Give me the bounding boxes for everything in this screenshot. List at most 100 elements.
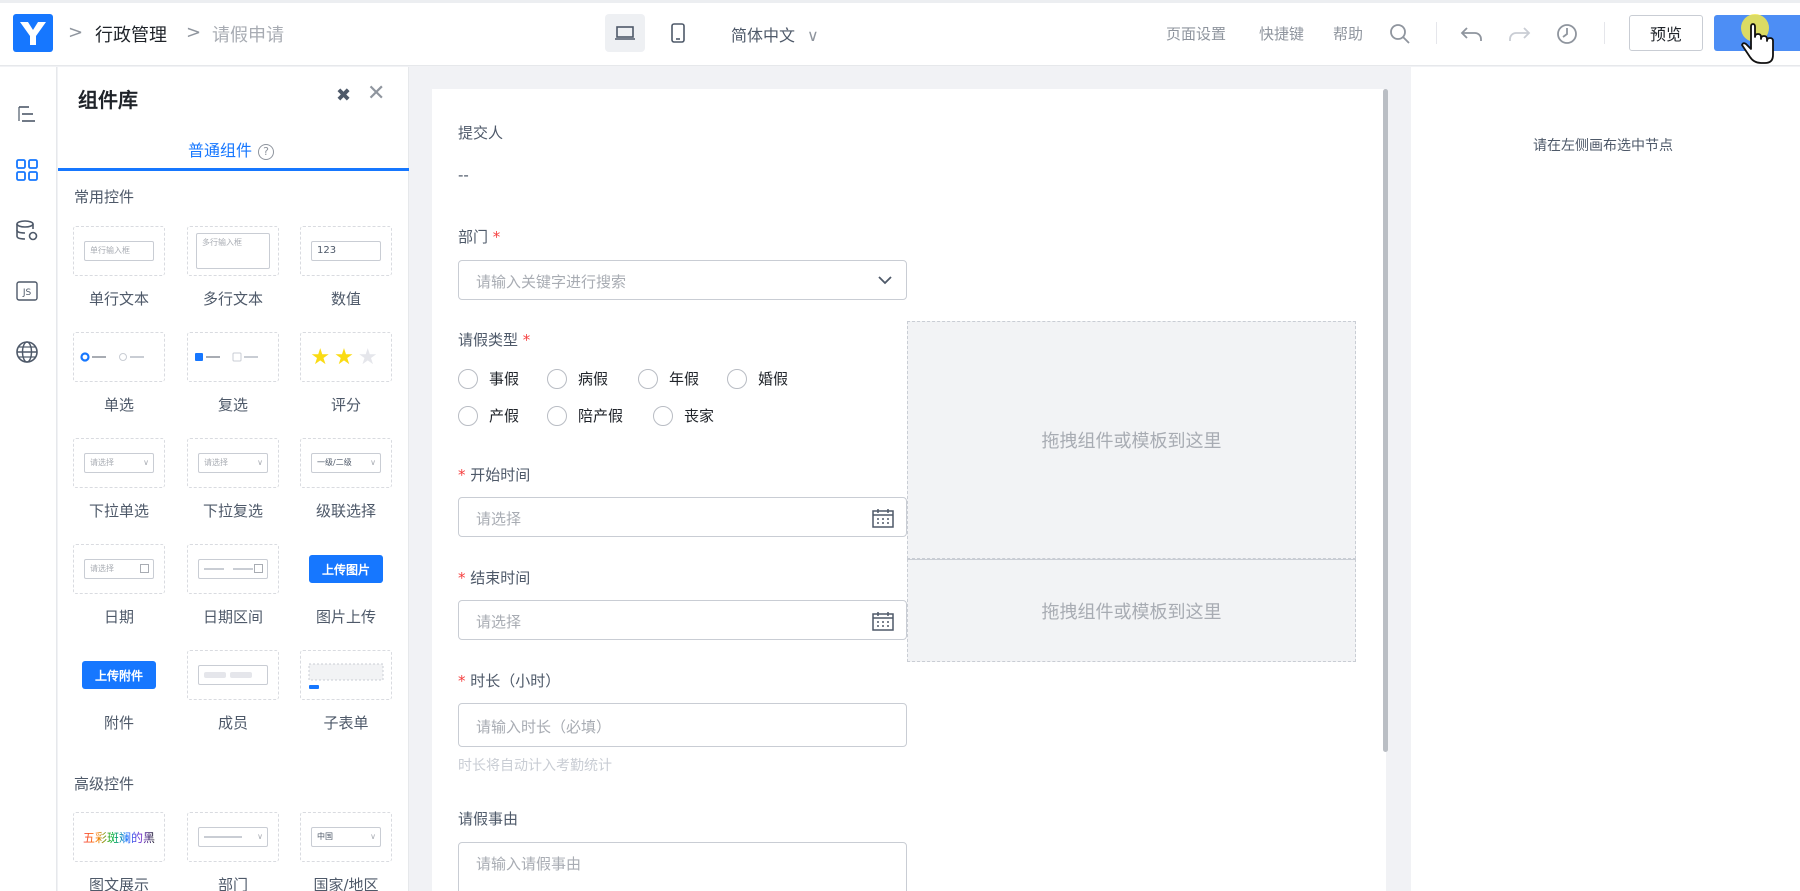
help-question-icon[interactable]: ? [258, 143, 275, 160]
component-multi-line-text[interactable]: 多行输入框 多行文本 [187, 226, 279, 309]
components-grid-icon[interactable] [12, 155, 42, 185]
component-label: 数值 [330, 290, 361, 308]
component-thumb: 上传附件 [73, 650, 165, 700]
mobile-view-button[interactable] [658, 14, 698, 52]
department-select[interactable]: 请输入关键字进行搜索 [458, 260, 907, 300]
close-icon[interactable]: ✕ [367, 81, 385, 106]
language-select[interactable]: 简体中文 ∨ [731, 22, 819, 46]
department-label-text: 部门 [458, 228, 489, 246]
leave-type-option[interactable]: 陪产假 [547, 405, 623, 426]
component-rating[interactable]: ★ ★ ★ 评分 [300, 332, 392, 415]
pin-icon[interactable]: ✖ [336, 85, 351, 106]
radio-label: 婚假 [758, 370, 789, 388]
component-date-range[interactable]: 日期区间 [187, 544, 279, 627]
component-number[interactable]: 123 数值 [300, 226, 392, 309]
thumb-select: 中国 ∨ [311, 827, 381, 847]
upload-attachment-button: 上传附件 [82, 661, 156, 689]
leave-type-option[interactable]: 病假 [547, 368, 608, 389]
thumb-select: 请选择 ∨ [198, 453, 268, 473]
drop-zone-text: 拖拽组件或模板到这里 [1041, 431, 1222, 452]
canvas-scrollbar[interactable] [1383, 89, 1388, 752]
component-label: 部门 [217, 876, 248, 891]
calendar-icon [872, 612, 894, 631]
start-time-picker[interactable]: 请选择 [458, 497, 907, 537]
component-date[interactable]: 请选择 日期 [73, 544, 165, 627]
help-link[interactable]: 帮助 [1333, 23, 1363, 44]
duration-label: * 时长（小时） [458, 670, 560, 691]
thumb-placeholder-bar [233, 568, 253, 570]
preview-button[interactable]: 预览 [1629, 15, 1703, 51]
globe-icon[interactable] [12, 337, 42, 367]
radio-circle [458, 405, 478, 426]
leave-type-option[interactable]: 丧家 [653, 405, 714, 426]
radio-circle [653, 405, 673, 426]
component-label: 日期区间 [202, 608, 263, 626]
breadcrumb-parent[interactable]: 行政管理 [95, 21, 167, 47]
shortcuts-link[interactable]: 快捷键 [1259, 23, 1304, 44]
component-thumb [73, 332, 165, 382]
component-country-region[interactable]: 中国 ∨ 国家/地区 [300, 812, 392, 891]
duration-input[interactable]: 请输入时长（必填） [458, 703, 907, 747]
drop-zone-text: 拖拽组件或模板到这里 [1041, 601, 1222, 623]
thumb-select: 请选择 ∨ [84, 453, 154, 473]
radio-circle [547, 368, 567, 389]
component-label: 日期 [103, 608, 134, 626]
component-thumb [187, 544, 279, 594]
top-edge [0, 0, 1800, 3]
component-thumb: 一级/二级 ∨ [300, 438, 392, 488]
leave-type-option[interactable]: 事假 [458, 368, 519, 389]
thumb-input: 单行输入框 [84, 241, 154, 261]
component-checkbox[interactable]: 复选 [187, 332, 279, 415]
thumb-rich-text: 五彩斑斓的黑 [82, 830, 155, 845]
component-dropdown-single[interactable]: 请选择 ∨ 下拉单选 [73, 438, 165, 521]
drop-zone[interactable]: 拖拽组件或模板到这里 [907, 559, 1356, 662]
component-label: 图片上传 [315, 608, 376, 626]
department-label: 部门 * [458, 226, 500, 247]
component-image-upload[interactable]: 上传图片 图片上传 [300, 544, 392, 627]
reason-textarea[interactable]: 请输入请假事由 [458, 842, 907, 891]
drop-zone[interactable]: 拖拽组件或模板到这里 [907, 321, 1356, 559]
leave-type-option[interactable]: 年假 [638, 368, 699, 389]
search-icon[interactable] [1387, 21, 1413, 47]
star-icon: ★ [357, 344, 382, 370]
radio-circle [458, 368, 478, 389]
outline-tree-icon[interactable] [12, 99, 42, 129]
component-department[interactable]: ∨ 部门 [187, 812, 279, 891]
star-icon: ★ [310, 344, 335, 370]
tab-common-components[interactable]: 普通组件? [188, 137, 275, 161]
radio-label: 事假 [489, 370, 520, 388]
calendar-icon [140, 564, 149, 573]
js-icon[interactable]: JS [12, 276, 42, 306]
component-cascader[interactable]: 一级/二级 ∨ 级联选择 [300, 438, 392, 521]
component-label: 下拉单选 [88, 502, 149, 520]
leave-type-option[interactable]: 产假 [458, 405, 519, 426]
calendar-icon [872, 509, 894, 528]
app-logo-icon[interactable] [13, 14, 53, 52]
component-thumb [300, 650, 392, 700]
svg-text:JS: JS [22, 288, 32, 298]
component-rich-display[interactable]: 五彩斑斓的黑 图文展示 [73, 812, 165, 891]
leave-type-option[interactable]: 婚假 [727, 368, 788, 389]
desktop-view-button[interactable] [605, 14, 645, 52]
component-subform[interactable]: 子表单 [300, 650, 392, 733]
submitter-value: -- [458, 166, 469, 184]
thumb-date: 请选择 [84, 559, 154, 579]
department-placeholder: 请输入关键字进行搜索 [476, 273, 627, 291]
thumb-tag [230, 672, 252, 678]
redo-icon[interactable] [1506, 21, 1532, 47]
datasource-icon[interactable] [12, 216, 42, 246]
component-label: 级联选择 [315, 502, 376, 520]
submitter-label: 提交人 [458, 124, 504, 142]
end-time-picker[interactable]: 请选择 [458, 600, 907, 640]
component-attachment[interactable]: 上传附件 附件 [73, 650, 165, 733]
component-label: 单选 [103, 396, 134, 414]
undo-icon[interactable] [1459, 21, 1485, 47]
component-dropdown-multi[interactable]: 请选择 ∨ 下拉复选 [187, 438, 279, 521]
component-single-line-text[interactable]: 单行输入框 单行文本 [73, 226, 165, 309]
page-settings-link[interactable]: 页面设置 [1166, 23, 1226, 44]
history-clock-icon[interactable] [1554, 21, 1580, 47]
component-radio[interactable]: 单选 [73, 332, 165, 415]
thumb-date-range [198, 559, 268, 579]
duration-label-text: 时长（小时） [470, 672, 561, 690]
component-member[interactable]: 成员 [187, 650, 279, 733]
